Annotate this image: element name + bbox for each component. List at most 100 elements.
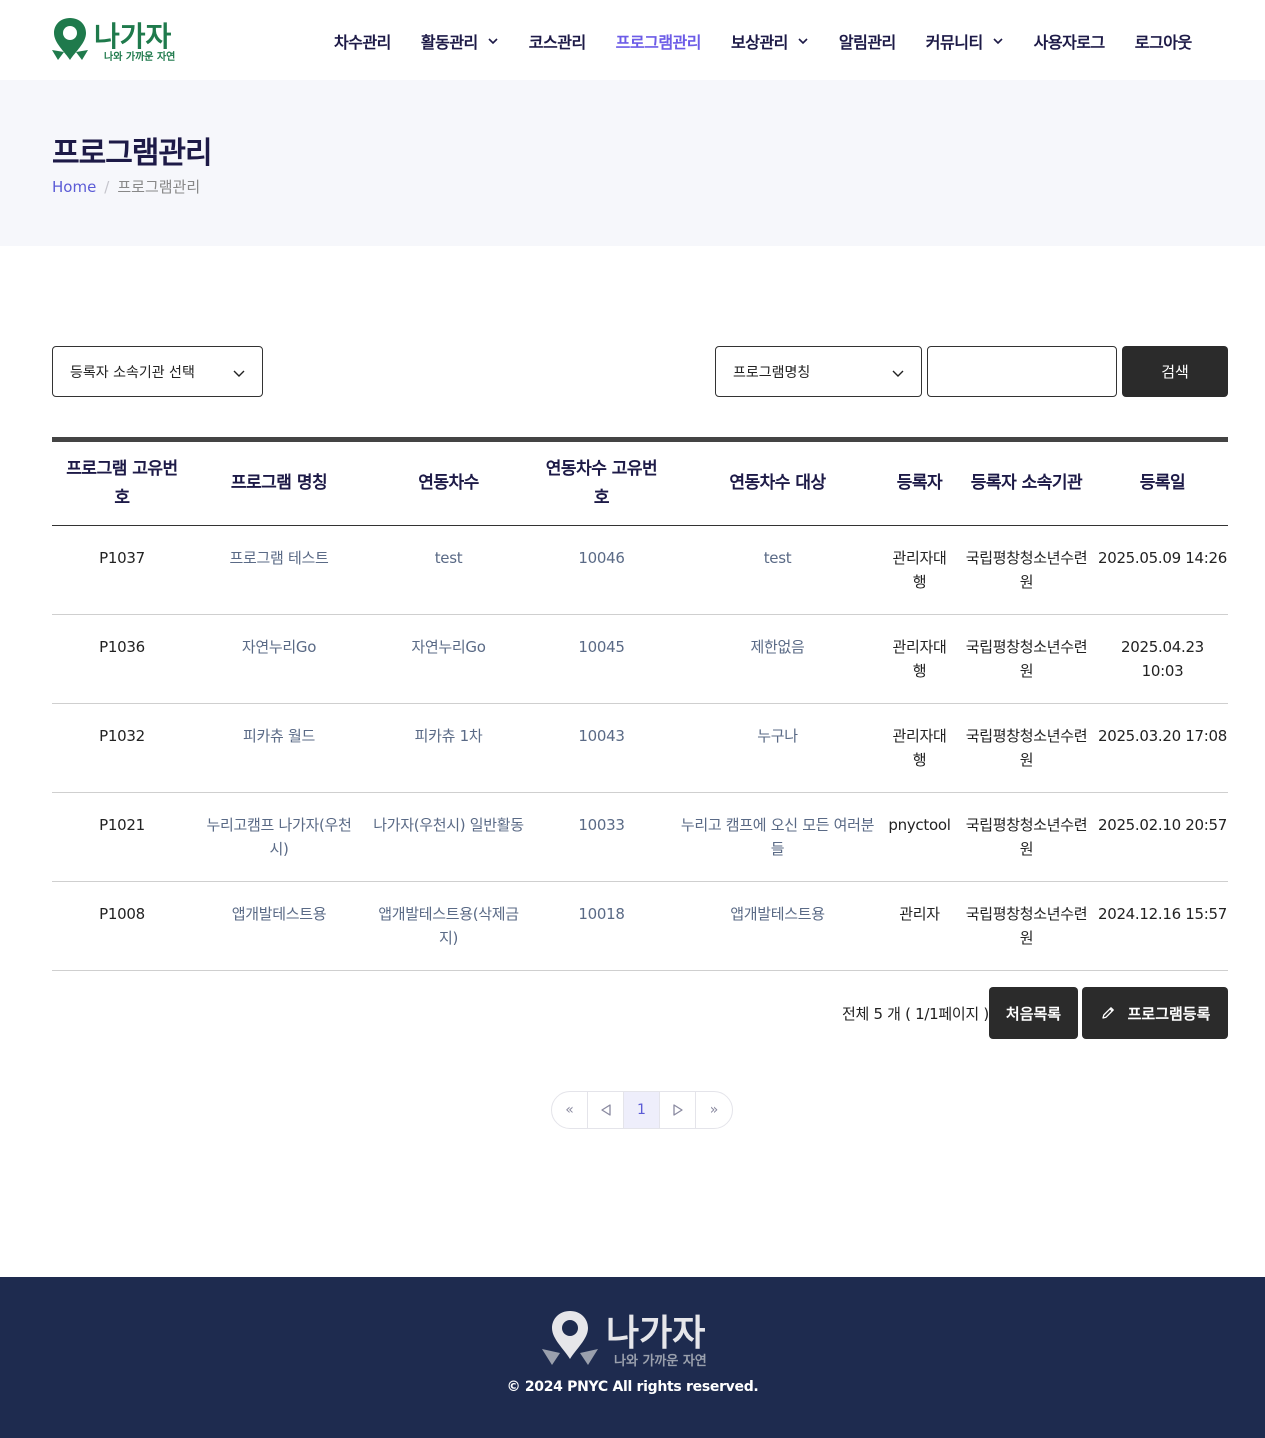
- cell-line: 행: [912, 662, 927, 680]
- org-select[interactable]: 등록자 소속기관 선택: [52, 346, 263, 397]
- search-button[interactable]: 검색: [1122, 346, 1228, 397]
- header-registrant-org: 등록자 소속기관: [956, 469, 1097, 498]
- cell-line: 10046: [578, 549, 625, 567]
- nav-item-logout[interactable]: 로그아웃: [1135, 29, 1192, 53]
- footer-logo-tagline: 나와 가까운 자연: [614, 1353, 707, 1369]
- cell-program-name[interactable]: 자연누리Go: [192, 635, 366, 659]
- register-program-button[interactable]: 프로그램등록: [1082, 987, 1228, 1039]
- logo-pin-icon: 나가자 나와 가까운 자연: [542, 1311, 707, 1369]
- nav-item-user-log[interactable]: 사용자로그: [1033, 29, 1106, 53]
- table-row[interactable]: P1032 피카츄 월드 피카츄 1차 10043 누구나 관리자대 행 국립평창청소년수련 원…: [52, 704, 1228, 793]
- breadcrumb-separator: /: [104, 177, 110, 196]
- footer-logo-text: 나가자: [606, 1313, 705, 1354]
- cell-line: 앱개발테스트용: [730, 905, 825, 923]
- cell-reg-date: 2025.03.20 17:08: [1097, 724, 1228, 748]
- cell-reg-date: 2025.05.09 14:26: [1097, 546, 1228, 570]
- cell-line: 국립평창청소년수련: [965, 727, 1088, 745]
- cell-line: 관리자대: [892, 727, 947, 745]
- cell-linked-round[interactable]: 나가자(우천시) 일반활동: [366, 813, 531, 837]
- cell-line: P1008: [99, 905, 145, 923]
- cell-linked-round[interactable]: 피카츄 1차: [366, 724, 531, 748]
- cell-line: P1032: [99, 727, 145, 745]
- cell-line: 관리자: [899, 905, 940, 923]
- cell-line: 앱개발테스트용: [231, 905, 327, 923]
- page-first-button[interactable]: «: [552, 1092, 588, 1128]
- cell-program-id: P1037: [52, 546, 192, 570]
- search-field-value: 프로그램명칭: [733, 364, 811, 381]
- cell-linked-round[interactable]: 앱개발테스트용(삭제금 지): [366, 902, 531, 950]
- table-row[interactable]: P1021 누리고캠프 나가자(우천 시) 나가자(우천시) 일반활동 10033 누리고…: [52, 793, 1228, 882]
- page-next-button[interactable]: [660, 1092, 696, 1128]
- cell-line: 2025.02.10 20:57: [1097, 816, 1228, 834]
- cell-program-name[interactable]: 피카츄 월드: [192, 724, 366, 748]
- nav-label: 프로그램관리: [615, 33, 702, 52]
- cell-registrant: 관리자: [883, 902, 956, 926]
- cell-round-target[interactable]: test: [672, 546, 883, 570]
- cell-registrant: 관리자대 행: [883, 724, 956, 772]
- header-round-target: 연동차수 대상: [672, 469, 883, 498]
- table-row[interactable]: P1037 프로그램 테스트 test 10046 test 관리자대 행 국립평창청소년수련…: [52, 526, 1228, 615]
- cell-line: 2025.04.23: [1121, 638, 1204, 656]
- nav-item-courses[interactable]: 코스관리: [529, 29, 586, 53]
- cell-line: test: [763, 549, 792, 567]
- cell-round-target[interactable]: 앱개발테스트용: [672, 902, 883, 926]
- chevron-down-icon: [488, 38, 498, 45]
- nav-label: 로그아웃: [1134, 33, 1192, 52]
- cell-line: test: [434, 549, 463, 567]
- header-line: 등록자: [896, 473, 943, 493]
- cell-line: 10018: [578, 905, 625, 923]
- breadcrumb: Home / 프로그램관리: [52, 176, 200, 197]
- first-list-button[interactable]: 처음목록: [989, 987, 1078, 1039]
- header-registrant: 등록자: [883, 469, 956, 498]
- cell-line: 원: [1019, 929, 1034, 947]
- page-last-button[interactable]: »: [696, 1092, 732, 1128]
- cell-linked-round[interactable]: test: [366, 546, 531, 570]
- register-button-label: 프로그램등록: [1127, 1004, 1211, 1023]
- header-reg-date: 등록일: [1097, 469, 1228, 498]
- cell-line: 관리자대: [892, 549, 947, 567]
- search-field-select[interactable]: 프로그램명칭: [715, 346, 922, 397]
- cell-line: 2025.05.09 14:26: [1097, 549, 1228, 567]
- nav-item-notifications[interactable]: 알림관리: [839, 29, 896, 53]
- header-line: 연동차수 대상: [729, 473, 826, 493]
- cell-line: 국립평창청소년수련: [965, 905, 1088, 923]
- cell-round-id[interactable]: 10043: [531, 724, 672, 748]
- table-row[interactable]: P1036 자연누리Go 자연누리Go 10045 제한없음 관리자대 행 국립평창청소년수련…: [52, 615, 1228, 704]
- nav-label: 차수관리: [334, 33, 391, 52]
- header-line: 호: [593, 487, 610, 508]
- nav-label: 사용자로그: [1033, 33, 1106, 52]
- cell-round-id[interactable]: 10018: [531, 902, 672, 926]
- cell-program-name[interactable]: 누리고캠프 나가자(우천 시): [192, 813, 366, 861]
- result-summary: 전체 5 개 ( 1/1페이지 ): [842, 1005, 989, 1023]
- cell-program-name[interactable]: 프로그램 테스트: [192, 546, 366, 570]
- cell-round-target[interactable]: 누리고 캠프에 오신 모든 여러분 들: [672, 813, 883, 861]
- brand-logo[interactable]: 나가자 나와 가까운 자연: [52, 16, 197, 64]
- nav-item-rewards[interactable]: 보상관리: [731, 29, 809, 53]
- cell-linked-round[interactable]: 자연누리Go: [366, 635, 531, 659]
- nav-label: 코스관리: [528, 33, 586, 52]
- nav-label: 커뮤니티: [925, 33, 983, 52]
- cell-registrant: 관리자대 행: [883, 546, 956, 594]
- cell-program-name[interactable]: 앱개발테스트용: [192, 902, 366, 926]
- cell-round-id[interactable]: 10045: [531, 635, 672, 659]
- nav-item-activities[interactable]: 활동관리: [421, 29, 499, 53]
- cell-registrant-org: 국립평창청소년수련 원: [956, 724, 1097, 772]
- cell-round-id[interactable]: 10046: [531, 546, 672, 570]
- nav-item-programs[interactable]: 프로그램관리: [615, 29, 702, 53]
- search-input[interactable]: [927, 346, 1117, 397]
- cell-line: 원: [1019, 840, 1034, 858]
- table-row[interactable]: P1008 앱개발테스트용 앱개발테스트용(삭제금 지) 10018 앱개발테스트용 관리자…: [52, 882, 1228, 971]
- cell-round-target[interactable]: 누구나: [672, 724, 883, 748]
- cell-line: P1036: [99, 638, 145, 656]
- nav-item-community[interactable]: 커뮤니티: [926, 29, 1004, 53]
- cell-round-id[interactable]: 10033: [531, 813, 672, 837]
- page-prev-button[interactable]: [588, 1092, 624, 1128]
- breadcrumb-home[interactable]: Home: [52, 178, 96, 196]
- cell-round-target[interactable]: 제한없음: [672, 635, 883, 659]
- cell-line: P1037: [99, 549, 145, 567]
- nav-item-rounds[interactable]: 차수관리: [334, 29, 391, 53]
- page-number-1[interactable]: 1: [624, 1092, 660, 1128]
- page-header: 프로그램관리 Home / 프로그램관리: [0, 80, 1265, 246]
- header-line: 등록자 소속기관: [970, 473, 1083, 493]
- cell-line: 시): [269, 840, 289, 858]
